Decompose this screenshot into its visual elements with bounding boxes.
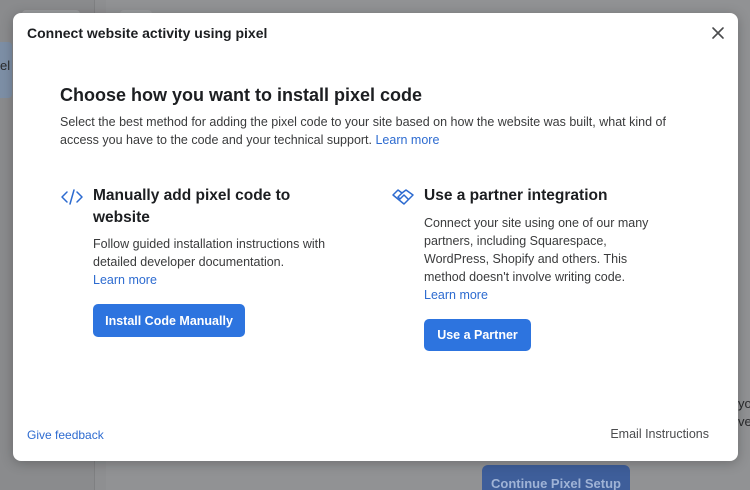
learn-more-link[interactable]: Learn more <box>375 133 439 147</box>
email-instructions-button[interactable]: Email Instructions <box>610 427 709 441</box>
background-right-text: yo <box>738 396 750 411</box>
code-icon <box>60 187 84 207</box>
manual-option-title: Manually add pixel code to website <box>93 187 291 226</box>
close-icon <box>712 27 724 39</box>
dialog-header: Connect website activity using pixel <box>13 13 738 53</box>
use-a-partner-button[interactable]: Use a Partner <box>424 319 531 351</box>
dialog-title: Connect website activity using pixel <box>27 25 268 41</box>
partner-option-title: Use a partner integration <box>424 187 608 204</box>
manual-option-description-text: Follow guided installation instructions … <box>93 237 326 269</box>
install-pixel-dialog: Connect website activity using pixel Cho… <box>13 13 738 461</box>
dialog-description: Select the best method for adding the pi… <box>60 113 700 149</box>
background-right-text: ve <box>738 414 750 429</box>
give-feedback-link[interactable]: Give feedback <box>27 428 104 442</box>
manual-option-description: Follow guided installation instructions … <box>93 235 329 289</box>
dialog-heading: Choose how you want to install pixel cod… <box>60 85 423 105</box>
partner-option-description: Connect your site using one of our many … <box>424 214 660 304</box>
manual-learn-more-link[interactable]: Learn more <box>93 273 157 287</box>
handshake-icon <box>391 187 415 207</box>
background-sidebar-text: el <box>0 58 11 73</box>
partner-learn-more-link[interactable]: Learn more <box>424 288 488 302</box>
continue-pixel-setup-button: Continue Pixel Setup <box>482 465 630 490</box>
dialog-description-text: Select the best method for adding the pi… <box>60 115 666 147</box>
install-code-manually-button[interactable]: Install Code Manually <box>93 304 245 337</box>
close-button[interactable] <box>710 25 726 41</box>
partner-option-description-text: Connect your site using one of our many … <box>424 216 649 284</box>
